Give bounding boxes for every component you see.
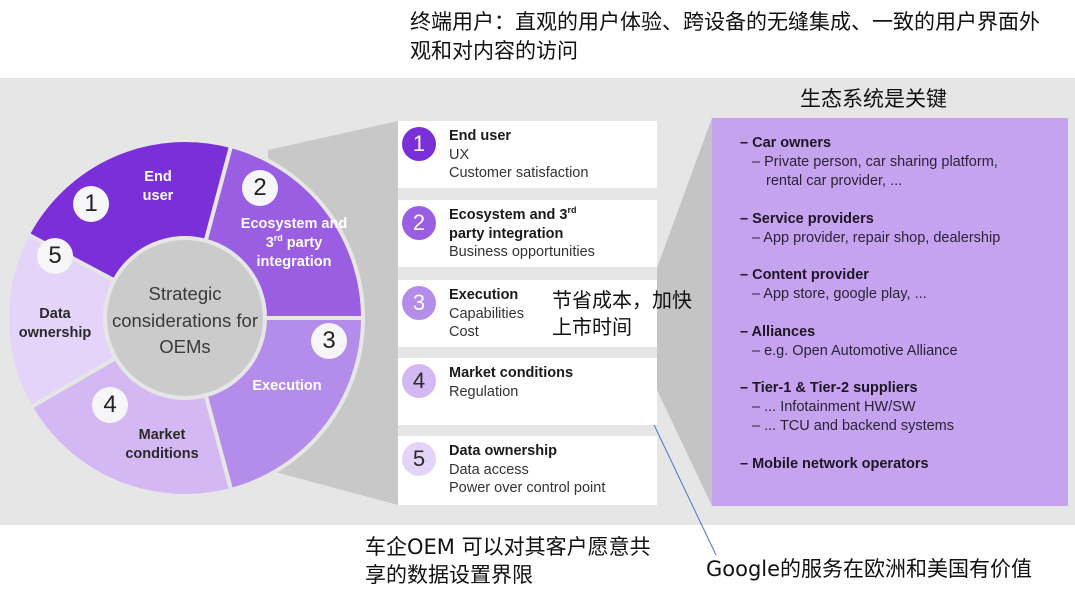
ecosystem-group: – Alliances – e.g. Open Automotive Allian… <box>740 323 1000 361</box>
card-5-line: Power over control point <box>449 480 606 496</box>
ecosystem-group-item: – Private person, car sharing platform, <box>752 154 998 170</box>
card-5-line: Data access <box>449 461 529 478</box>
card-1-title: End user <box>449 128 512 144</box>
execution-annotation: 节省成本，加快 上市时间 <box>552 288 692 339</box>
ecosystem-group: – Tier-1 & Tier-2 suppliers – ... Infotai… <box>740 379 1000 436</box>
ecosystem-group: – Car owners – Private person, car sharin… <box>740 134 1000 191</box>
card-2-title-cont: party integration <box>449 225 564 242</box>
card-1-number: 1 <box>402 127 436 161</box>
segment-5-number: 5 <box>37 238 73 274</box>
ecosystem-group-heading: – Mobile network operators <box>740 455 929 472</box>
card-ecosystem: 2 Ecosystem and 3rd party integration Bu… <box>398 200 657 267</box>
segment-2-label-sup: rd <box>273 233 283 244</box>
card-2-title-main: Ecosystem and 3 <box>449 207 568 223</box>
ecosystem-group-heading: – Alliances <box>740 323 816 340</box>
card-3-number: 3 <box>402 286 436 320</box>
ecosystem-group-item: rental car provider, ... <box>766 173 903 189</box>
card-4-number: 4 <box>402 364 436 398</box>
segment-3-label: Execution <box>252 378 322 394</box>
ecosystem-group-item: – ... TCU and backend systems <box>752 418 955 434</box>
card-1-line: UX <box>449 146 470 163</box>
card-3-title: Execution <box>449 287 519 303</box>
ecosystem-group: – Content provider – App store, google pl… <box>740 266 1000 304</box>
card-2-line: Business opportunities <box>449 244 595 260</box>
card-3-text: Execution Capabilities Cost <box>449 286 524 342</box>
card-5-text: Data ownership Data access Power over co… <box>449 442 605 498</box>
card-5-title: Data ownership <box>449 443 557 459</box>
ecosystem-group-heading: – Car owners <box>740 135 832 151</box>
google-annotation: Google的服务在欧洲和美国有价值 <box>706 557 1033 581</box>
ecosystem-group-heading: – Tier-1 & Tier-2 suppliers <box>740 380 918 396</box>
segment-1-number: 1 <box>73 186 109 222</box>
segment-5-label: Data ownership <box>18 306 92 341</box>
segment-2-number: 2 <box>242 170 278 206</box>
ecosystem-group-heading: – Service providers <box>740 210 874 227</box>
segment-4-label: Market conditions <box>125 427 199 462</box>
ecosystem-group-item: – e.g. Open Automotive Alliance <box>752 342 958 359</box>
ecosystem-group-item: – App provider, repair shop, dealership <box>752 229 1001 246</box>
card-2-text: Ecosystem and 3rd party integration Busi… <box>449 206 595 262</box>
card-2-title: Ecosystem and 3rd <box>449 206 595 225</box>
segment-1-label: End user <box>142 169 174 204</box>
card-4-line: Regulation <box>449 383 519 400</box>
card-market-conditions: 4 Market conditions Regulation <box>398 358 657 425</box>
card-3-line: Capabilities <box>449 305 524 322</box>
card-1-line: Customer satisfaction <box>449 165 589 181</box>
segment-2-label: Ecosystem and 3rd party integration <box>238 215 350 272</box>
segment-3-number: 3 <box>311 323 347 359</box>
ecosystem-annotation: 生态系统是关键 <box>800 87 947 111</box>
card-2-title-sup: rd <box>567 205 577 216</box>
card-2-number: 2 <box>402 206 436 240</box>
card-4-title: Market conditions <box>449 365 574 381</box>
card-5-number: 5 <box>402 442 436 476</box>
card-end-user: 1 End user UX Customer satisfaction <box>398 121 657 188</box>
segment-4-number: 4 <box>92 387 128 423</box>
ecosystem-group: – Mobile network operators <box>740 455 1000 474</box>
ecosystem-group: – Service providers – App provider, repai… <box>740 210 1000 248</box>
card-4-text: Market conditions Regulation <box>449 364 573 401</box>
ecosystem-group-item: – App store, google play, ... <box>752 286 927 302</box>
ecosystem-box: – Car owners – Private person, car sharin… <box>712 118 1068 506</box>
card-3-line: Cost <box>449 324 479 340</box>
wheel-center-label: Strategic considerations for OEMs <box>111 283 259 357</box>
card-1-text: End user UX Customer satisfaction <box>449 127 588 183</box>
ecosystem-group-heading: – Content provider <box>740 267 869 283</box>
ecosystem-list: – Car owners – Private person, car sharin… <box>740 134 1000 492</box>
ecosystem-group-item: – ... Infotainment HW/SW <box>752 399 916 415</box>
card-data-ownership: 5 Data ownership Data access Power over … <box>398 436 657 505</box>
end-user-annotation: 终端用户：直观的用户体验、跨设备的无缝集成、一致的用户界面外观和对内容的访问 <box>410 10 1040 63</box>
data-ownership-annotation: 车企OEM 可以对其客户愿意共享的数据设置界限 <box>365 535 651 587</box>
